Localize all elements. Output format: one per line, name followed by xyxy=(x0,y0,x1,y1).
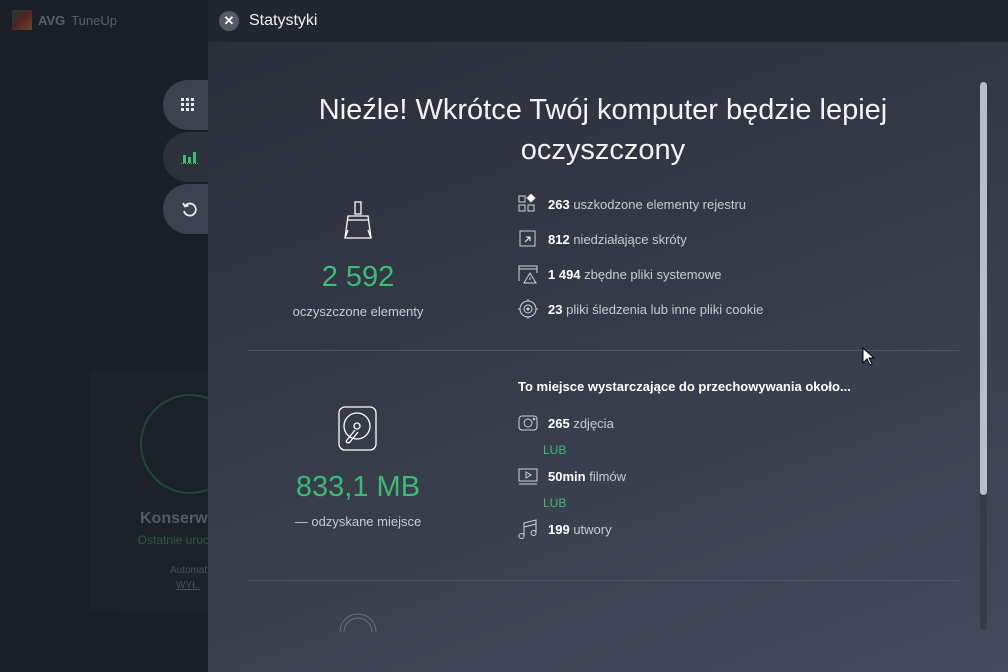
tracking-icon xyxy=(518,299,538,319)
equiv-songs: 199 utwory xyxy=(518,519,612,539)
speedometer-icon xyxy=(339,613,377,632)
cleaned-summary: 2 592 oczyszczone elementy xyxy=(248,200,468,319)
recovered-space: 833,1 MB xyxy=(295,471,421,503)
stat-system-files: 1 494 zbędne pliki systemowe xyxy=(518,264,721,284)
product-name: TuneUp xyxy=(71,12,117,28)
stat-tracking: 23 pliki śledzenia lub inne pliki cookie xyxy=(518,299,763,319)
registry-icon xyxy=(518,194,536,212)
statistics-panel: ✕ Statystyki Nieźle! Wkrótce Twój komput… xyxy=(208,0,1008,672)
headline: Nieźle! Wkrótce Twój komputer będzie lep… xyxy=(318,94,888,166)
panel-title: Statystyki xyxy=(249,12,318,29)
equiv-videos: 50min filmów xyxy=(518,466,626,486)
or-label: LUB xyxy=(543,496,567,510)
or-label: LUB xyxy=(543,443,567,457)
recovered-space-label: — odzyskane miejsce xyxy=(294,514,422,529)
brand-name: AVG xyxy=(38,12,66,28)
space-summary: 833,1 MB — odzyskane miejsce xyxy=(248,406,468,529)
close-icon: ✕ xyxy=(223,13,235,28)
broom-icon xyxy=(344,201,372,239)
video-icon xyxy=(518,468,538,485)
stat-shortcuts: 812 niedziałające skróty xyxy=(518,229,687,249)
music-icon xyxy=(518,519,537,539)
cleaned-label: oczyszczone elementy xyxy=(292,304,424,319)
equiv-photos: 265 zdjęcia xyxy=(518,413,614,433)
system-file-warning-icon xyxy=(518,265,538,284)
hard-drive-icon xyxy=(338,406,377,451)
scrollbar-thumb[interactable] xyxy=(980,82,987,495)
panel-header: ✕ Statystyki xyxy=(208,0,1008,42)
shortcut-icon xyxy=(519,230,536,247)
close-button[interactable]: ✕ xyxy=(219,11,239,31)
maintenance-title: Konserwa xyxy=(140,510,217,527)
bar-chart-icon xyxy=(181,152,198,164)
section-divider xyxy=(248,580,960,581)
cleaned-count: 2 592 xyxy=(321,261,395,293)
scrollbar[interactable] xyxy=(980,82,987,630)
section-divider xyxy=(248,350,960,351)
stat-registry: 263 uszkodzone elementy rejestru xyxy=(518,194,746,214)
auto-maintenance-toggle[interactable]: WYŁ. xyxy=(176,580,200,591)
undo-icon xyxy=(182,202,197,217)
camera-icon xyxy=(518,415,538,431)
avg-logo-icon xyxy=(12,10,32,30)
grid-icon xyxy=(181,98,194,111)
app-logo: AVG TuneUp xyxy=(12,10,117,30)
mouse-cursor-icon xyxy=(862,347,876,366)
space-equivalent-header: To miejsce wystarczające do przechowywan… xyxy=(518,379,851,394)
